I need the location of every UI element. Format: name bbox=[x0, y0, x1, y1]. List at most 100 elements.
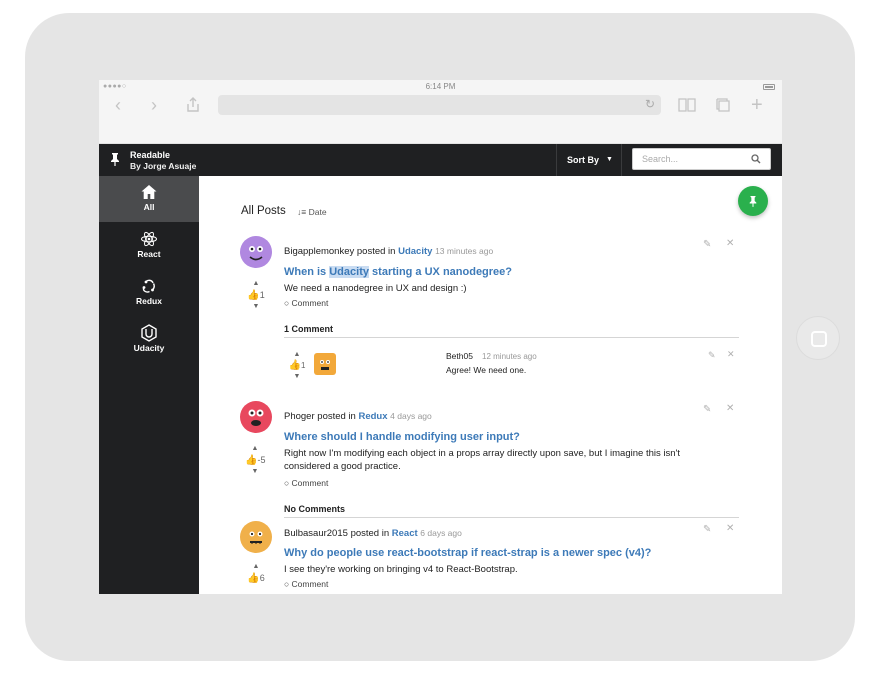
comment-avatar[interactable] bbox=[314, 353, 336, 375]
delete-icon[interactable]: ✕ bbox=[726, 238, 734, 249]
sidebar-item-label: Redux bbox=[136, 296, 162, 306]
post-meta: Phoger posted in Redux 4 days ago bbox=[284, 411, 432, 422]
comment-time: 12 minutes ago bbox=[482, 352, 537, 361]
avatar[interactable] bbox=[240, 521, 272, 553]
redux-icon bbox=[142, 279, 155, 293]
vote-count: 6 bbox=[259, 573, 265, 583]
sidebar-item-label: Udacity bbox=[133, 343, 165, 353]
thumbs-up-icon: 👍 bbox=[288, 360, 301, 371]
comment-button[interactable]: ○ Comment bbox=[284, 478, 328, 488]
post-title[interactable]: Where should I handle modifying user inp… bbox=[284, 431, 520, 443]
avatar[interactable] bbox=[240, 401, 272, 433]
tabs-icon[interactable] bbox=[715, 97, 731, 113]
edit-icon[interactable]: ✎ bbox=[708, 350, 716, 361]
caret-down-icon: ▼ bbox=[606, 156, 613, 163]
post-author[interactable]: Bulbasaur2015 bbox=[284, 528, 348, 539]
back-icon[interactable]: ‹ bbox=[115, 95, 121, 115]
post-meta: Bigapplemonkey posted in Udacity 13 minu… bbox=[284, 246, 493, 257]
post-author[interactable]: Phoger bbox=[284, 411, 315, 422]
speech-bubble-icon: ○ bbox=[284, 298, 290, 308]
share-icon[interactable] bbox=[185, 97, 201, 113]
upvote-icon[interactable]: ▲ bbox=[245, 445, 265, 453]
delete-icon[interactable]: ✕ bbox=[726, 403, 734, 414]
new-tab-icon[interactable]: + bbox=[751, 95, 763, 115]
screen: ●●●●○ 6:14 PM ‹ › ↻ + Readable By Jorge … bbox=[99, 80, 782, 594]
divider bbox=[284, 337, 739, 338]
signal-icon: ●●●●○ bbox=[103, 83, 127, 90]
monster-avatar-icon bbox=[248, 409, 264, 426]
status-time: 6:14 PM bbox=[425, 82, 456, 91]
comment-button[interactable]: ○ Comment bbox=[284, 298, 328, 308]
posted-in-text: posted in bbox=[350, 528, 390, 539]
sidebar-item-label: All bbox=[143, 202, 155, 212]
main-content: All Posts ↓≡ Date Bigapplemonkey posted … bbox=[199, 176, 782, 594]
reload-icon[interactable]: ↻ bbox=[645, 97, 655, 111]
thumbs-up-icon: 👍 bbox=[247, 290, 260, 301]
posted-in-text: posted in bbox=[317, 411, 356, 422]
udacity-icon bbox=[141, 324, 157, 342]
comment-vote-control: ▲ 👍1 ▼ bbox=[287, 351, 307, 381]
sidebar-item-all[interactable]: All bbox=[99, 176, 199, 222]
forward-icon[interactable]: › bbox=[151, 95, 157, 115]
tablet-home-button[interactable] bbox=[796, 316, 840, 360]
comment-author[interactable]: Beth05 bbox=[446, 351, 473, 361]
thumbs-up-icon: 👍 bbox=[245, 455, 258, 466]
post-author[interactable]: Bigapplemonkey bbox=[284, 246, 354, 257]
react-icon bbox=[141, 231, 157, 247]
monster-avatar-icon bbox=[249, 531, 263, 544]
comment-link-label: Comment bbox=[291, 579, 329, 589]
home-icon bbox=[141, 185, 157, 199]
delete-icon[interactable]: ✕ bbox=[727, 349, 735, 360]
sort-by-dropdown[interactable]: Sort By ▼ bbox=[556, 144, 622, 176]
comment-body: Agree! We need one. bbox=[446, 365, 527, 375]
search-icon[interactable] bbox=[751, 154, 761, 164]
divider bbox=[284, 517, 739, 518]
edit-icon[interactable]: ✎ bbox=[703, 404, 711, 415]
post-title-post: starting a UX nanodegree? bbox=[368, 266, 513, 278]
vote-control: ▲ 👍6 bbox=[246, 563, 266, 586]
sidebar-item-redux[interactable]: Redux bbox=[99, 270, 199, 316]
downvote-icon[interactable]: ▼ bbox=[245, 468, 265, 476]
speech-bubble-icon: ○ bbox=[284, 579, 290, 589]
post-title[interactable]: Why do people use react-bootstrap if rea… bbox=[284, 547, 651, 559]
upvote-icon[interactable]: ▲ bbox=[246, 563, 266, 571]
comment-button[interactable]: ○ Comment bbox=[284, 579, 328, 589]
monster-avatar-icon bbox=[249, 246, 263, 261]
post-body: I see they're working on bringing v4 to … bbox=[284, 564, 518, 575]
comments-header: No Comments bbox=[284, 504, 346, 514]
sort-by-label: Sort By bbox=[567, 155, 600, 165]
edit-icon[interactable]: ✎ bbox=[703, 239, 711, 250]
edit-icon[interactable]: ✎ bbox=[703, 524, 711, 535]
vote-count: 1 bbox=[259, 290, 265, 300]
post-time: 13 minutes ago bbox=[435, 246, 494, 256]
post-title[interactable]: When is Udacity starting a UX nanodegree… bbox=[284, 266, 512, 278]
avatar[interactable] bbox=[240, 236, 272, 268]
post-body: We need a nanodegree in UX and design :) bbox=[284, 283, 467, 294]
vote-control: ▲ 👍-5 ▼ bbox=[245, 445, 265, 476]
sidebar-item-udacity[interactable]: Udacity bbox=[99, 317, 199, 363]
speech-bubble-icon: ○ bbox=[284, 478, 290, 488]
upvote-icon[interactable]: ▲ bbox=[287, 351, 307, 359]
delete-icon[interactable]: ✕ bbox=[726, 523, 734, 534]
add-post-button[interactable] bbox=[738, 186, 768, 216]
pin-icon bbox=[111, 153, 119, 166]
vote-control: ▲ 👍1 ▼ bbox=[246, 280, 266, 311]
post-category[interactable]: Udacity bbox=[398, 246, 432, 257]
downvote-icon[interactable]: ▼ bbox=[287, 373, 307, 381]
post-category[interactable]: Redux bbox=[358, 411, 387, 422]
url-bar[interactable]: ↻ bbox=[218, 95, 661, 115]
post-title-highlight: Udacity bbox=[329, 266, 369, 278]
sort-indicator[interactable]: ↓≡ Date bbox=[297, 207, 327, 217]
sidebar: All React Redux Udacity bbox=[99, 176, 199, 594]
sidebar-item-react[interactable]: React bbox=[99, 223, 199, 269]
bookmarks-icon[interactable] bbox=[678, 98, 696, 112]
app-header: Readable By Jorge Asuaje Sort By ▼ bbox=[99, 144, 782, 176]
sidebar-item-label: React bbox=[137, 249, 161, 259]
brand-title[interactable]: Readable bbox=[130, 150, 170, 160]
upvote-icon[interactable]: ▲ bbox=[246, 280, 266, 288]
comments-header: 1 Comment bbox=[284, 324, 334, 334]
post-category[interactable]: React bbox=[392, 528, 418, 539]
post-meta: Bulbasaur2015 posted in React 6 days ago bbox=[284, 528, 462, 539]
battery-icon bbox=[763, 84, 775, 90]
downvote-icon[interactable]: ▼ bbox=[246, 303, 266, 311]
